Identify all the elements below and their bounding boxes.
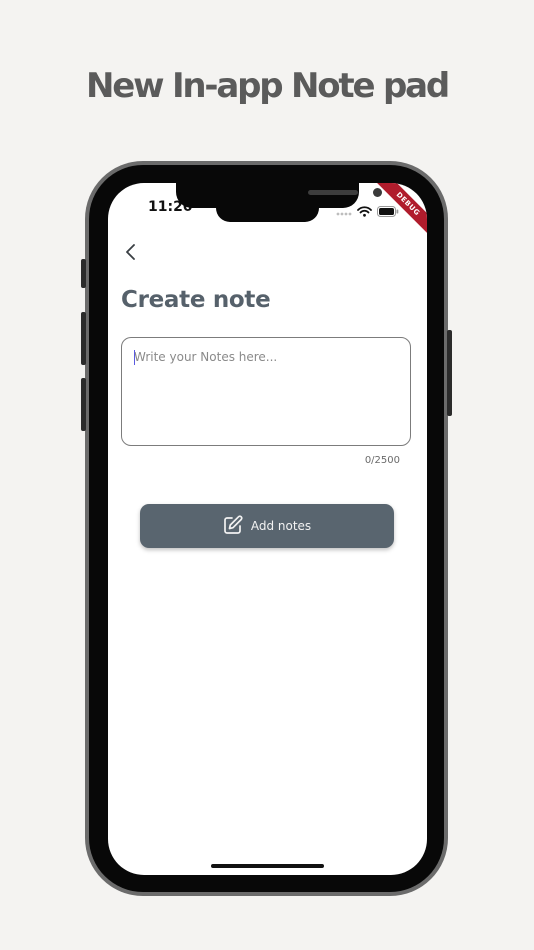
- note-input[interactable]: [121, 337, 411, 446]
- text-cursor: [134, 350, 135, 365]
- marketing-headline: New In-app Note pad: [86, 66, 450, 106]
- status-icons: [336, 202, 399, 221]
- front-camera: [373, 188, 382, 197]
- battery-icon: [377, 202, 399, 221]
- home-indicator[interactable]: [211, 864, 324, 868]
- phone-power-button: [447, 330, 452, 416]
- add-notes-label: Add notes: [250, 519, 312, 533]
- phone-notch-lower: [216, 203, 319, 222]
- page-title: Create note: [121, 287, 271, 313]
- app-screen: 11:20 DEBUG Create note Write your Notes…: [108, 183, 427, 875]
- speaker-grille: [308, 190, 358, 195]
- wifi-icon: [357, 202, 372, 221]
- character-counter: 0/2500: [364, 455, 400, 466]
- add-notes-button[interactable]: Add notes: [140, 504, 394, 548]
- cellular-signal-icon: [336, 202, 352, 221]
- edit-note-icon: [223, 514, 243, 538]
- phone-volume-down: [81, 378, 86, 431]
- back-button[interactable]: [121, 243, 141, 265]
- phone-mute-switch: [81, 259, 86, 288]
- phone-volume-up: [81, 312, 86, 365]
- chevron-left-icon: [125, 243, 137, 265]
